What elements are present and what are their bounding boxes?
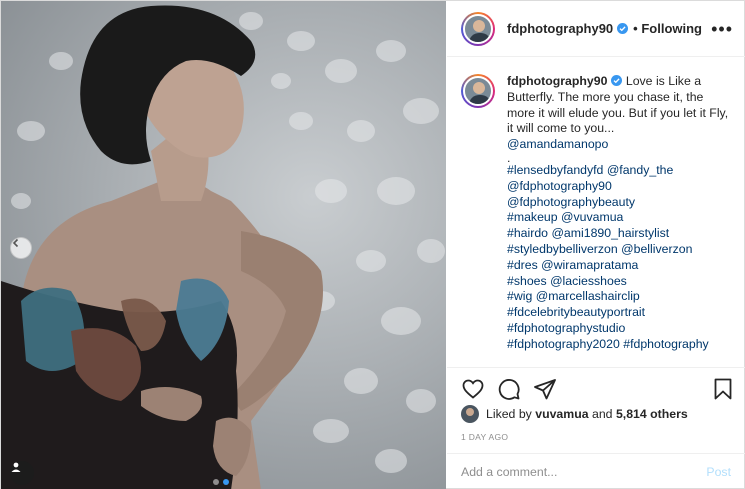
- post-side-panel: fdphotography90 • Following ••• fdphotog…: [447, 1, 745, 489]
- following-button[interactable]: • Following: [633, 21, 702, 36]
- caption-text: fdphotography90 Love is Like a Butterfly…: [507, 74, 731, 353]
- hashtag-line[interactable]: #fdphotographystudio: [507, 321, 731, 337]
- hashtag-line[interactable]: #makeup @vuvamua: [507, 210, 731, 226]
- hashtag-line[interactable]: @fdphotographybeauty: [507, 195, 731, 211]
- avatar[interactable]: [461, 11, 495, 46]
- hashtag-line[interactable]: #dres @wiramapratama: [507, 258, 731, 274]
- avatar[interactable]: [461, 74, 495, 108]
- comment-icon[interactable]: [497, 377, 521, 401]
- avatar[interactable]: [461, 405, 479, 423]
- hashtag-line[interactable]: #wig @marcellashairclip: [507, 289, 731, 305]
- post-header: fdphotography90 • Following •••: [447, 1, 745, 57]
- username-link[interactable]: fdphotography90: [507, 21, 613, 36]
- carousel-indicator: [213, 479, 229, 485]
- bookmark-icon[interactable]: [711, 377, 735, 401]
- share-icon[interactable]: [533, 377, 557, 401]
- verified-badge-icon: [611, 75, 623, 86]
- caption-separator: .: [507, 150, 511, 165]
- hashtag-line[interactable]: #shoes @laciesshoes: [507, 274, 731, 290]
- chevron-left-icon: [12, 238, 19, 248]
- hashtag-line[interactable]: #fdphotography2020 #fdphotography: [507, 337, 731, 353]
- carousel-dot: [213, 479, 219, 485]
- mention-link[interactable]: @amandamanopo: [507, 137, 731, 153]
- hashtag-line[interactable]: #styledbybelliverzon @belliverzon: [507, 242, 731, 258]
- caption-section: fdphotography90 Love is Like a Butterfly…: [447, 58, 745, 366]
- post-timestamp[interactable]: 1 DAY AGO: [461, 432, 508, 442]
- carousel-dot-active: [223, 479, 229, 485]
- verified-badge-icon: [617, 23, 629, 34]
- likes-summary: Liked by vuvamua and 5,814 others: [461, 405, 688, 423]
- post-photo[interactable]: [1, 1, 446, 489]
- hashtag-line[interactable]: #hairdo @ami1890_hairstylist: [507, 226, 731, 242]
- hashtag-line[interactable]: #lensedbyfandyfd @fandy_the: [507, 163, 731, 179]
- action-bar: [447, 367, 745, 409]
- hashtag-line[interactable]: @fdphotography90: [507, 179, 731, 195]
- likes-count-link[interactable]: 5,814 others: [616, 407, 688, 421]
- likes-connector: and: [591, 407, 613, 421]
- more-options-icon[interactable]: •••: [711, 19, 733, 40]
- caption-username[interactable]: fdphotography90: [507, 74, 607, 88]
- hashtag-line[interactable]: #fdcelebritybeautyportrait: [507, 305, 731, 321]
- post-comment-button[interactable]: Post: [706, 465, 731, 479]
- likes-prefix: Liked by: [486, 407, 532, 421]
- person-icon: [11, 462, 21, 472]
- comment-input[interactable]: [461, 465, 707, 479]
- carousel-prev-button[interactable]: [10, 237, 32, 259]
- heart-icon[interactable]: [461, 377, 485, 401]
- photo-illustration: [1, 5, 445, 489]
- user-tags-button[interactable]: [10, 461, 34, 485]
- caption: fdphotography90 Love is Like a Butterfly…: [461, 74, 731, 353]
- add-comment-bar: Post: [447, 453, 745, 489]
- liker-username[interactable]: vuvamua: [535, 407, 588, 421]
- instagram-post: fdphotography90 • Following ••• fdphotog…: [0, 0, 745, 489]
